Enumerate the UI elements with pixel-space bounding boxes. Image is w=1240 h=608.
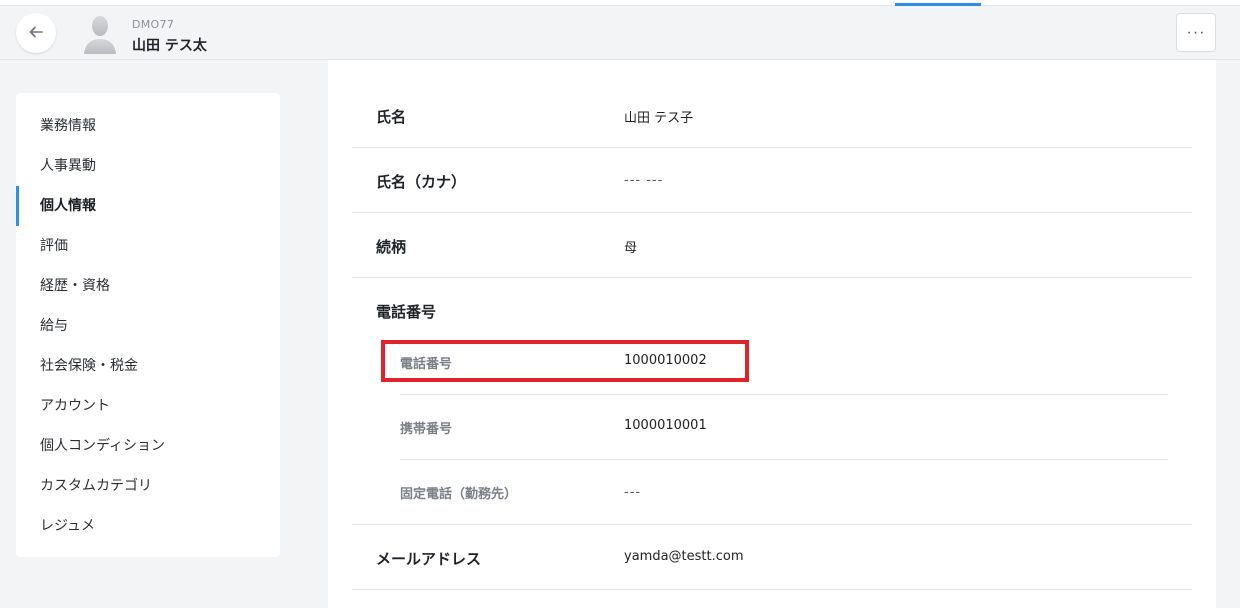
- sub-field-label: 固定電話（勤務先）: [400, 487, 518, 502]
- field-label: 氏名: [376, 108, 407, 126]
- field-row-name: 氏名 山田 テス子: [352, 83, 1192, 148]
- sidebar-item-personnel-transfer[interactable]: 人事異動: [16, 146, 280, 186]
- more-icon: ···: [1186, 23, 1206, 41]
- field-group-label: 電話番号: [376, 303, 437, 321]
- sidebar-item-personal-info[interactable]: 個人情報: [16, 186, 280, 226]
- page-header: DMO77 山田 テス太 ···: [0, 6, 1240, 60]
- arrow-left-icon: [28, 24, 44, 43]
- sidebar-item-account[interactable]: アカウント: [16, 386, 280, 426]
- sidebar-item-career-qualifications[interactable]: 経歴・資格: [16, 266, 280, 306]
- sidebar-item-resume[interactable]: レジュメ: [16, 506, 280, 546]
- field-label: メールアドレス: [376, 550, 482, 568]
- detail-panel: 氏名 山田 テス子 氏名（カナ） --- --- 続柄 母 電話番号 電話番号 …: [328, 60, 1216, 608]
- more-options-button[interactable]: ···: [1176, 13, 1216, 52]
- back-button[interactable]: [16, 13, 56, 53]
- sub-field-value: 1000010001: [624, 418, 707, 433]
- sidebar-item-evaluation[interactable]: 評価: [16, 226, 280, 266]
- avatar: [82, 14, 118, 54]
- field-row-email: メールアドレス yamda@testt.com: [352, 525, 1192, 590]
- field-group-phone: 電話番号 電話番号 1000010002 携帯番号 1000010001 固定電…: [352, 278, 1192, 525]
- sidebar-item-insurance-tax[interactable]: 社会保険・税金: [16, 346, 280, 386]
- sidebar-item-business-info[interactable]: 業務情報: [16, 106, 280, 146]
- employee-name: 山田 テス太: [132, 38, 207, 54]
- field-row-kana: 氏名（カナ） --- ---: [352, 148, 1192, 213]
- field-label: 続柄: [376, 238, 407, 256]
- field-value: 母: [624, 241, 638, 256]
- field-row-relation: 続柄 母: [352, 213, 1192, 278]
- field-value: yamda@testt.com: [624, 549, 744, 564]
- category-sidebar: 業務情報 人事異動 個人情報 評価 経歴・資格 給与 社会保険・税金 アカウント…: [16, 93, 280, 557]
- field-label: 氏名（カナ）: [376, 173, 467, 191]
- sub-row-mobile: 携帯番号 1000010001: [400, 395, 1168, 460]
- field-value: 山田 テス子: [624, 111, 694, 126]
- sub-field-value: ---: [624, 485, 642, 500]
- field-value: --- ---: [624, 173, 664, 188]
- highlight-annotation-box: [381, 340, 749, 382]
- sidebar-item-personal-condition[interactable]: 個人コンディション: [16, 426, 280, 466]
- sidebar-item-custom-category[interactable]: カスタムカテゴリ: [16, 466, 280, 506]
- sub-field-label: 携帯番号: [400, 422, 453, 437]
- sidebar-item-salary[interactable]: 給与: [16, 306, 280, 346]
- sub-row-work-phone: 固定電話（勤務先） ---: [400, 460, 1168, 525]
- employee-code: DMO77: [132, 18, 175, 31]
